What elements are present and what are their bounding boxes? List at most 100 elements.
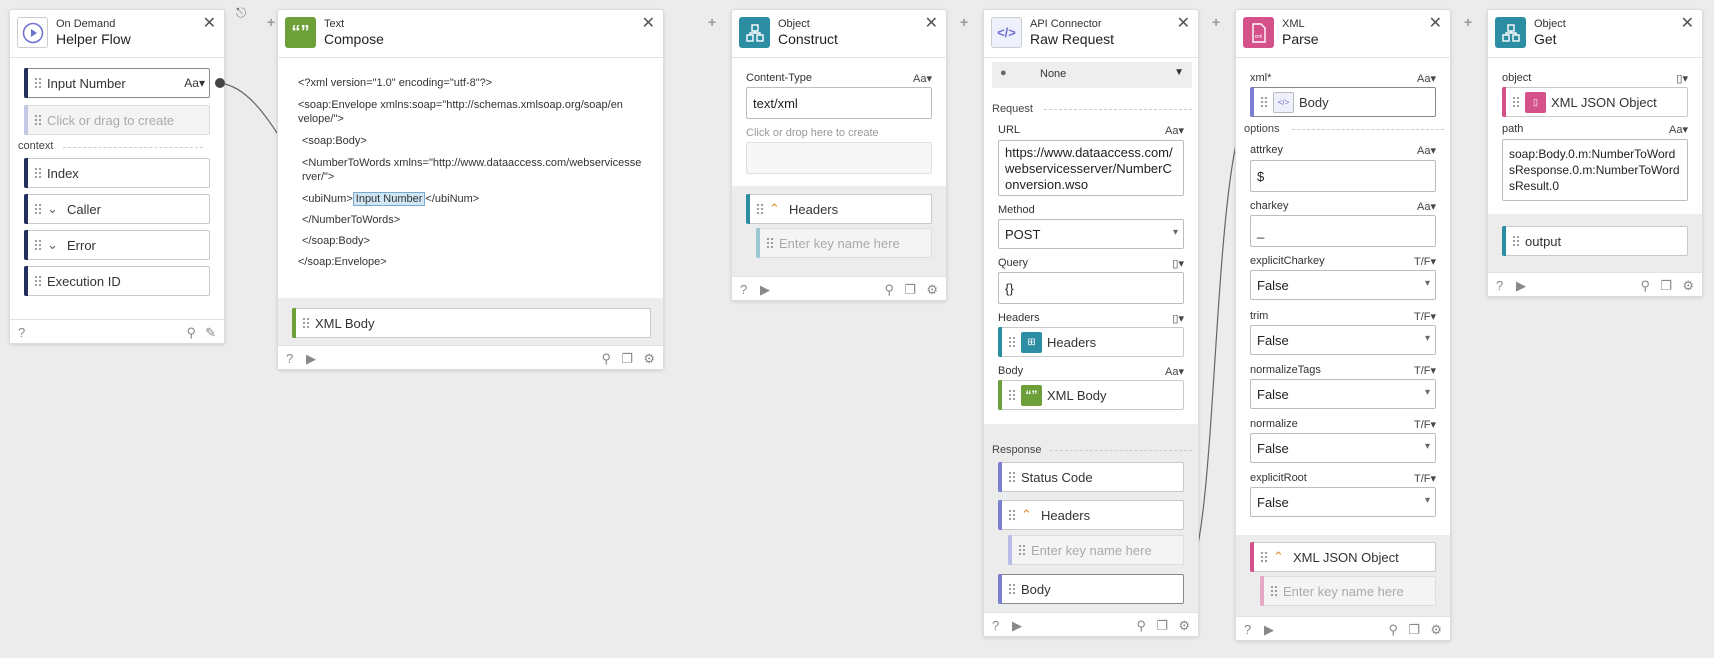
normalize-select[interactable]: False — [1250, 433, 1436, 463]
pin-icon[interactable]: ⎋ — [236, 5, 246, 21]
body-input[interactable]: “” XML Body — [998, 380, 1184, 410]
copy-icon[interactable]: ❐ — [1408, 622, 1420, 638]
query-input[interactable]: {} — [998, 272, 1184, 304]
add-step-icon[interactable]: + — [960, 14, 968, 30]
gear-icon[interactable]: ⚙ — [926, 282, 938, 298]
xml-body-output[interactable]: XML Body — [292, 308, 651, 338]
close-icon[interactable]: ✕ — [642, 13, 655, 33]
close-icon[interactable]: ✕ — [925, 13, 938, 33]
help-icon[interactable]: ? — [740, 282, 747, 297]
type-selector[interactable]: ▯▾ — [1172, 257, 1184, 270]
input-number-field[interactable]: Input Number Aa▾ — [24, 68, 210, 98]
help-icon[interactable]: ? — [286, 351, 293, 366]
drag-handle-icon[interactable] — [34, 77, 42, 89]
headers-output[interactable]: ⌃ Headers — [746, 194, 932, 224]
chevron-up-icon[interactable]: ⌃ — [1273, 549, 1284, 565]
response-body-output[interactable]: Body — [998, 574, 1184, 604]
add-step-icon[interactable]: + — [708, 14, 716, 30]
type-selector[interactable]: T/F▾ — [1414, 364, 1436, 377]
type-selector[interactable]: T/F▾ — [1414, 472, 1436, 485]
type-selector[interactable]: T/F▾ — [1414, 418, 1436, 431]
normalize-tags-select[interactable]: False — [1250, 379, 1436, 409]
play-icon[interactable]: ▶ — [1012, 618, 1022, 634]
headers-input[interactable]: ⊞ Headers — [998, 327, 1184, 357]
helper-flow-card[interactable]: On Demand Helper Flow ✕ Input Number Aa▾… — [9, 9, 225, 344]
attrkey-input[interactable]: $ — [1250, 160, 1436, 192]
key-name-input[interactable]: Enter key name here — [1260, 576, 1436, 606]
type-selector[interactable]: T/F▾ — [1414, 255, 1436, 268]
type-selector[interactable]: ▯▾ — [1172, 312, 1184, 325]
method-select[interactable]: POST — [998, 219, 1184, 249]
auth-select[interactable]: ● None ▼ — [992, 62, 1192, 88]
key-name-input[interactable]: Enter key name here — [756, 228, 932, 258]
close-icon[interactable]: ✕ — [1177, 13, 1190, 33]
context-index[interactable]: Index — [24, 158, 210, 188]
type-selector[interactable]: Aa▾ — [1669, 123, 1688, 136]
context-error[interactable]: ⌄ Error — [24, 230, 210, 260]
copy-icon[interactable]: ❐ — [1156, 618, 1168, 634]
object-input[interactable]: ▯ XML JSON Object — [1502, 87, 1688, 117]
explicit-charkey-select[interactable]: False — [1250, 270, 1436, 300]
raw-request-card[interactable]: </> API Connector Raw Request ✕ ● None ▼… — [983, 9, 1199, 637]
explicit-root-select[interactable]: False — [1250, 487, 1436, 517]
trim-select[interactable]: False — [1250, 325, 1436, 355]
help-icon[interactable]: ? — [1244, 622, 1251, 637]
xml-json-object-output[interactable]: ⌃ XML JSON Object — [1250, 542, 1436, 572]
search-icon[interactable]: ⚲ — [1640, 278, 1650, 294]
url-input[interactable]: https://www.dataaccess.com/webservicesse… — [998, 140, 1184, 196]
help-icon[interactable]: ? — [1496, 278, 1503, 293]
construct-card[interactable]: Object Construct ✕ Content-Type Aa▾ text… — [731, 9, 947, 301]
object-get-card[interactable]: Object Get ✕ object ▯▾ ▯ XML JSON Object… — [1487, 9, 1703, 297]
path-input[interactable]: soap:Body.0.m:NumberToWordsResponse.0.m:… — [1502, 139, 1688, 201]
compose-card[interactable]: “” Text Compose ✕ <?xml version="1.0" en… — [277, 9, 664, 370]
output-field[interactable]: output — [1502, 226, 1688, 256]
context-caller[interactable]: ⌄ Caller — [24, 194, 210, 224]
charkey-input[interactable]: _ — [1250, 215, 1436, 247]
copy-icon[interactable]: ❐ — [1660, 278, 1672, 294]
response-headers-output[interactable]: ⌃ Headers — [998, 500, 1184, 530]
add-step-icon[interactable]: + — [1212, 14, 1220, 30]
connector-dot-icon[interactable] — [215, 78, 225, 88]
help-icon[interactable]: ? — [992, 618, 999, 633]
chevron-down-icon[interactable]: ⌄ — [47, 201, 58, 217]
content-type-input[interactable]: text/xml — [746, 87, 932, 119]
play-icon[interactable]: ▶ — [1516, 278, 1526, 294]
chevron-down-icon[interactable]: ⌄ — [47, 237, 58, 253]
copy-icon[interactable]: ❐ — [621, 351, 633, 367]
type-selector[interactable]: T/F▾ — [1414, 310, 1436, 323]
context-execution-id[interactable]: Execution ID — [24, 266, 210, 296]
add-step-icon[interactable]: + — [1464, 14, 1472, 30]
type-selector[interactable]: Aa▾ — [1165, 365, 1184, 378]
search-icon[interactable]: ⚲ — [1136, 618, 1146, 634]
type-selector[interactable]: Aa▾ — [1417, 72, 1436, 85]
chevron-up-icon[interactable]: ⌃ — [1021, 507, 1032, 523]
chevron-up-icon[interactable]: ⌃ — [769, 201, 780, 217]
close-icon[interactable]: ✕ — [1429, 13, 1442, 33]
type-selector[interactable]: Aa▾ — [1417, 144, 1436, 157]
search-icon[interactable]: ⚲ — [186, 325, 196, 341]
gear-icon[interactable]: ⚙ — [643, 351, 655, 367]
edit-icon[interactable]: ✎ — [205, 325, 216, 341]
play-icon[interactable]: ▶ — [760, 282, 770, 298]
type-selector[interactable]: Aa▾ — [1417, 200, 1436, 213]
create-field-placeholder[interactable]: Click or drag to create — [24, 105, 210, 135]
drop-zone[interactable] — [746, 142, 932, 174]
type-selector[interactable]: Aa▾ — [913, 72, 932, 85]
play-icon[interactable]: ▶ — [306, 351, 316, 367]
search-icon[interactable]: ⚲ — [1388, 622, 1398, 638]
gear-icon[interactable]: ⚙ — [1682, 278, 1694, 294]
search-icon[interactable]: ⚲ — [884, 282, 894, 298]
xml-input[interactable]: </> Body — [1250, 87, 1436, 117]
type-selector[interactable]: ▯▾ — [1676, 72, 1688, 85]
input-number-token[interactable]: Input Number — [352, 192, 426, 206]
close-icon[interactable]: ✕ — [1681, 13, 1694, 33]
add-step-icon[interactable]: + — [267, 14, 275, 30]
close-icon[interactable]: ✕ — [203, 13, 216, 33]
type-selector[interactable]: Aa▾ — [1165, 124, 1184, 137]
gear-icon[interactable]: ⚙ — [1178, 618, 1190, 634]
status-code-output[interactable]: Status Code — [998, 462, 1184, 492]
search-icon[interactable]: ⚲ — [601, 351, 611, 367]
copy-icon[interactable]: ❐ — [904, 282, 916, 298]
xml-parse-card[interactable]: xml XML Parse ✕ xml* Aa▾ </> Body option… — [1235, 9, 1451, 641]
type-selector[interactable]: Aa▾ — [184, 76, 205, 90]
